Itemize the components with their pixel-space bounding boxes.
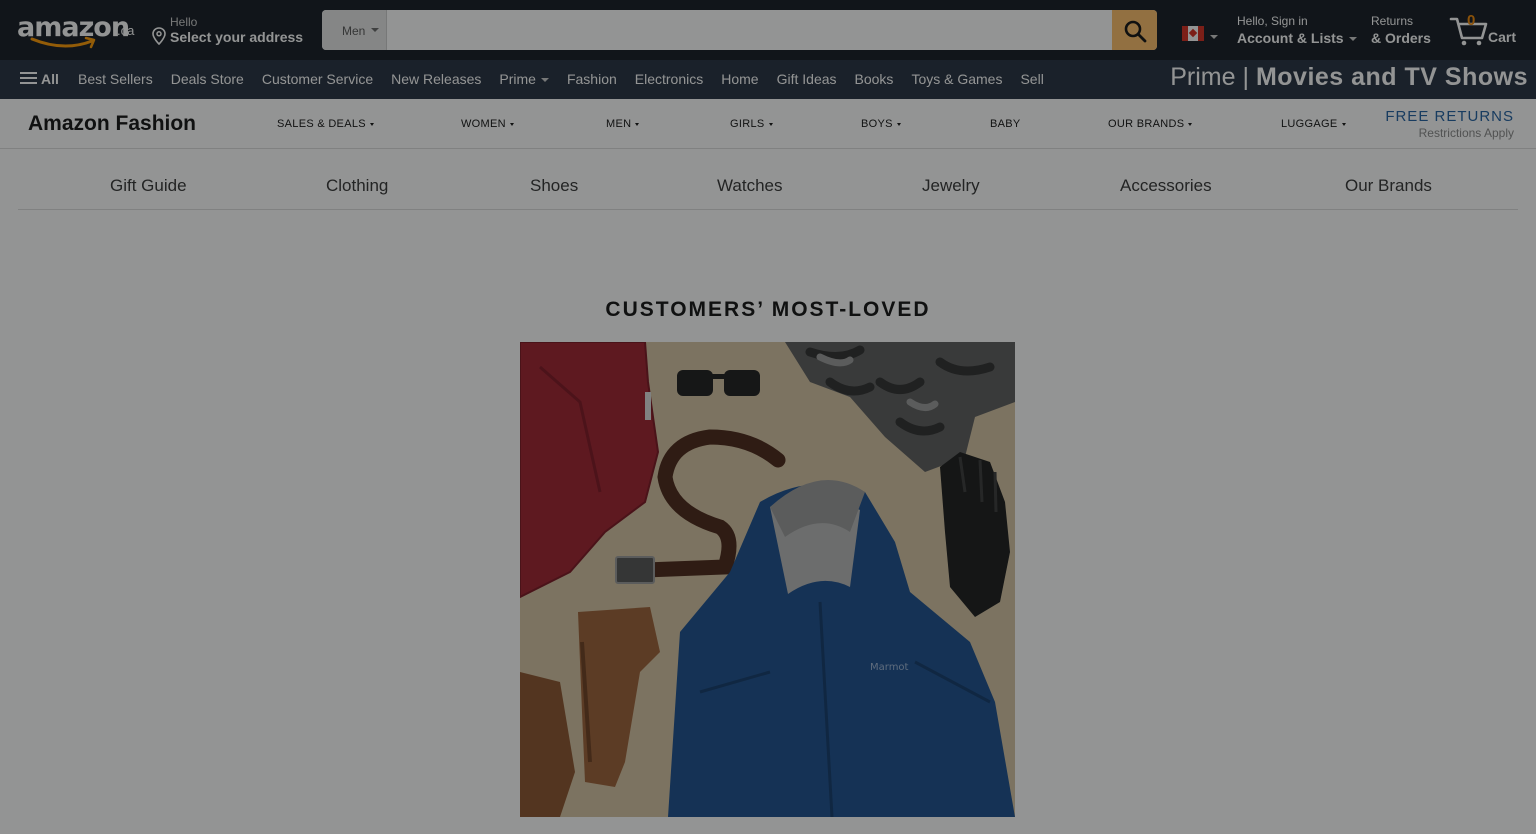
modal-backdrop[interactable]: [0, 0, 1536, 834]
